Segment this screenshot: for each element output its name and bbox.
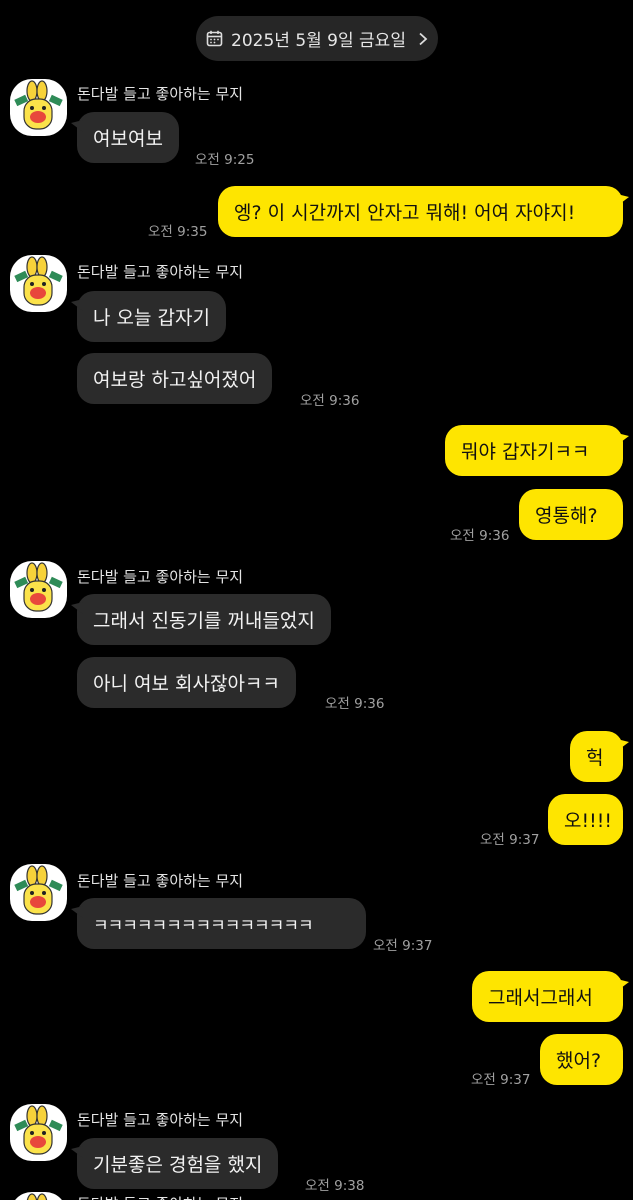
bubble-tail (617, 433, 629, 445)
message-text: 여보랑 하고싶어졌어 (93, 369, 257, 391)
sender-avatar[interactable] (10, 1104, 67, 1161)
message-text: 오!!!! (564, 810, 612, 832)
bubble-tail (617, 979, 629, 991)
message-text: 여보여보 (93, 128, 163, 150)
sender-avatar-partial[interactable] (10, 1192, 67, 1200)
message-text: 기분좋은 경험을 했지 (93, 1154, 263, 1176)
message-text: 헉 (586, 747, 604, 769)
message-text: 했어? (556, 1050, 602, 1072)
muzi-character-icon (14, 80, 63, 130)
message-time: 오전 9:37 (471, 1072, 531, 1088)
outgoing-message-bubble[interactable]: 했어? (540, 1034, 623, 1085)
sender-name: 돈다발 들고 좋아하는 무지 (77, 872, 244, 890)
message-time: 오전 9:38 (305, 1178, 365, 1194)
message-text: 그래서 진동기를 꺼내들었지 (93, 610, 315, 632)
message-text: 영통해? (535, 505, 598, 527)
bubble-tail (617, 739, 629, 751)
bubble-tail (617, 194, 629, 206)
outgoing-message-bubble[interactable]: 엥? 이 시간까지 안자고 뭐해! 어여 자야지! (218, 186, 629, 237)
incoming-message-bubble[interactable]: 그래서 진동기를 꺼내들었지 (71, 594, 331, 645)
message-time: 오전 9:36 (325, 696, 385, 712)
chevron-right-icon (419, 32, 428, 45)
outgoing-message-bubble[interactable]: 오!!!! (548, 794, 623, 845)
incoming-message-bubble[interactable]: ㅋㅋㅋㅋㅋㅋㅋㅋㅋㅋㅋㅋㅋㅋㅋ (71, 898, 366, 949)
calendar-icon (206, 30, 223, 47)
muzi-character-icon (14, 256, 63, 306)
message-text: 그래서그래서 (488, 987, 593, 1009)
sender-avatar[interactable] (10, 255, 67, 312)
message-text: 뭐야 갑자기ㅋㅋ (461, 441, 590, 463)
message-time: 오전 9:36 (300, 393, 360, 409)
muzi-character-icon (14, 865, 63, 915)
outgoing-message-bubble[interactable]: 그래서그래서 (472, 971, 629, 1022)
muzi-character-icon (26, 1193, 48, 1200)
outgoing-message-bubble[interactable]: 영통해? (519, 489, 623, 540)
incoming-message-bubble[interactable]: 기분좋은 경험을 했지 (71, 1138, 279, 1189)
bubble-tail (71, 906, 83, 918)
sender-name: 돈다발 들고 좋아하는 무지 (77, 568, 244, 586)
sender-avatar[interactable] (10, 79, 67, 136)
outgoing-message-bubble[interactable]: 헉 (570, 731, 629, 782)
sender-name: 돈다발 들고 좋아하는 무지 (77, 263, 244, 281)
message-time: 오전 9:25 (195, 152, 255, 168)
bubble-tail (71, 1146, 83, 1158)
sender-avatar[interactable] (10, 561, 67, 618)
message-time: 오전 9:37 (373, 938, 433, 954)
message-text: ㅋㅋㅋㅋㅋㅋㅋㅋㅋㅋㅋㅋㅋㅋㅋ (93, 916, 314, 936)
message-time: 오전 9:37 (480, 832, 540, 848)
bubble-tail (71, 120, 83, 132)
date-header-button[interactable]: 2025년 5월 9일 금요일 (196, 16, 438, 61)
outgoing-message-bubble[interactable]: 뭐야 갑자기ㅋㅋ (445, 425, 629, 476)
sender-avatar[interactable] (10, 864, 67, 921)
message-time: 오전 9:35 (148, 224, 208, 240)
bubble-tail (71, 299, 83, 311)
incoming-message-bubble[interactable]: 여보여보 (71, 112, 179, 163)
sender-name-partial: 돈다발 들고 좋아하는 무지 (77, 1193, 243, 1200)
message-text: 엥? 이 시간까지 안자고 뭐해! 어여 자야지! (234, 202, 576, 224)
sender-name: 돈다발 들고 좋아하는 무지 (77, 85, 244, 103)
date-label: 2025년 5월 9일 금요일 (231, 31, 406, 51)
message-text: 나 오늘 갑자기 (93, 307, 210, 329)
bubble-tail (71, 602, 83, 614)
muzi-character-icon (14, 1105, 63, 1155)
incoming-message-bubble[interactable]: 나 오늘 갑자기 (71, 291, 226, 342)
incoming-message-bubble[interactable]: 아니 여보 회사잖아ㅋㅋ (77, 657, 296, 708)
incoming-message-bubble[interactable]: 여보랑 하고싶어졌어 (77, 353, 273, 404)
message-time: 오전 9:36 (450, 528, 510, 544)
message-text: 아니 여보 회사잖아ㅋㅋ (93, 673, 280, 695)
muzi-character-icon (14, 562, 63, 612)
sender-name: 돈다발 들고 좋아하는 무지 (77, 1111, 244, 1129)
